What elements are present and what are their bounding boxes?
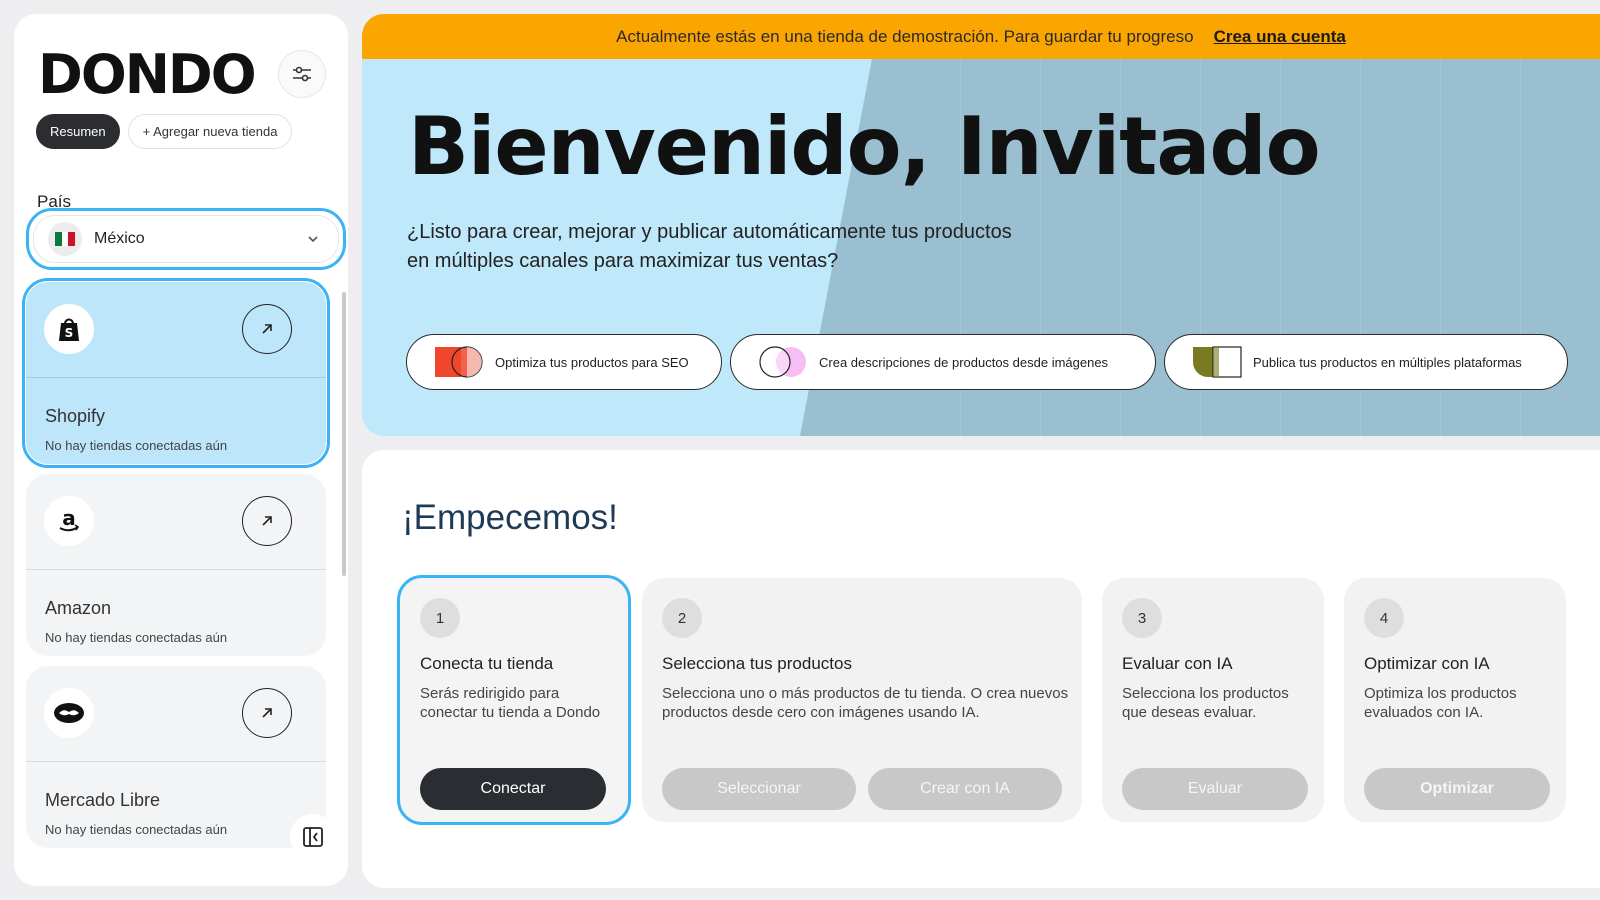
arrow-up-right-icon: [262, 324, 272, 334]
store-name: Mercado Libre: [45, 790, 161, 810]
demo-banner-text: Actualmente estás en una tienda de demos…: [616, 26, 1194, 46]
seo-feature-icon: [433, 346, 485, 378]
step-card-optimize: 4 Optimizar con IA Optimiza los producto…: [1344, 578, 1566, 822]
store-name: Amazon: [45, 598, 112, 618]
demo-banner: Actualmente estás en una tienda de demos…: [362, 14, 1600, 59]
page-title: Bienvenido, Invitado: [408, 100, 1321, 193]
feature-chip-descriptions[interactable]: Crea descripciones de productos desde im…: [730, 334, 1156, 390]
step-number: 3: [1122, 598, 1162, 638]
svg-text:S: S: [65, 326, 74, 340]
feature-chip-label: Publica tus productos en múltiples plata…: [1253, 354, 1522, 370]
arrow-up-right-icon: [262, 708, 272, 718]
open-amazon-button[interactable]: [242, 496, 292, 546]
step-title: Optimizar con IA: [1364, 654, 1490, 673]
store-card-mercado-libre[interactable]: Mercado Libre No hay tiendas conectadas …: [26, 666, 326, 848]
sidebar-collapse-icon: [303, 827, 323, 847]
image-description-icon: [757, 346, 809, 378]
step-number: 4: [1364, 598, 1404, 638]
multichannel-publish-icon: [1191, 346, 1243, 378]
feature-chip-multichannel[interactable]: Publica tus productos en múltiples plata…: [1164, 334, 1568, 390]
hero-subtitle: ¿Listo para crear, mejorar y publicar au…: [407, 221, 1012, 272]
step-card-connect: 1 Conecta tu tienda Serás redirigido par…: [397, 575, 631, 825]
store-status: No hay tiendas conectadas aún: [45, 822, 228, 837]
shopify-bag-icon: S: [44, 304, 94, 354]
feature-chip-label: Optimiza tus productos para SEO: [495, 354, 689, 370]
arrow-up-right-icon: [262, 516, 272, 526]
step-title: Conecta tu tienda: [420, 654, 554, 673]
step-card-evaluate: 3 Evaluar con IA Selecciona los producto…: [1102, 578, 1324, 822]
summary-button[interactable]: Resumen: [36, 114, 120, 149]
create-account-link[interactable]: Crea una cuenta: [1214, 27, 1346, 47]
collapse-sidebar-button[interactable]: [290, 814, 336, 860]
step-card-select: 2 Selecciona tus productos Selecciona un…: [642, 578, 1082, 822]
country-value: México: [94, 230, 145, 247]
mexico-flag-icon: [48, 222, 82, 256]
optimize-button[interactable]: Optimizar: [1364, 768, 1550, 810]
feature-chip-seo[interactable]: Optimiza tus productos para SEO: [406, 334, 722, 390]
open-shopify-button[interactable]: [242, 304, 292, 354]
chevron-down-icon: [308, 236, 318, 243]
sidebar: DONDO Resumen + Agregar nueva tienda Paí…: [14, 14, 348, 886]
store-status: No hay tiendas conectadas aún: [45, 630, 228, 645]
step-description: Selecciona uno o más productos de tu tie…: [662, 685, 1069, 721]
step-number: 2: [662, 598, 702, 638]
amazon-logo-icon: a: [44, 496, 94, 546]
step-title: Selecciona tus productos: [662, 654, 852, 673]
hero-section: Actualmente estás en una tienda de demos…: [362, 14, 1600, 436]
open-mercado-libre-button[interactable]: [242, 688, 292, 738]
step-description: Selecciona los productos que deseas eval…: [1122, 685, 1289, 721]
getting-started-section: ¡Empecemos! 1 Conecta tu tienda Serás re…: [362, 450, 1600, 888]
country-select[interactable]: México: [26, 208, 346, 270]
store-status: No hay tiendas conectadas aún: [45, 438, 228, 453]
select-button[interactable]: Seleccionar: [662, 768, 856, 810]
store-card-amazon[interactable]: a Amazon No hay tiendas conectadas aún: [26, 474, 326, 656]
svg-text:a: a: [62, 507, 76, 530]
store-name: Shopify: [45, 406, 106, 426]
step-description: Serás redirigido para conectar tu tienda…: [420, 685, 601, 721]
handshake-icon: [44, 688, 94, 738]
connect-button[interactable]: Conectar: [420, 768, 606, 810]
sliders-icon: [293, 66, 311, 82]
feature-chip-label: Crea descripciones de productos desde im…: [819, 354, 1109, 370]
section-title: ¡Empecemos!: [402, 498, 618, 537]
evaluate-button[interactable]: Evaluar: [1122, 768, 1308, 810]
store-card-shopify[interactable]: S Shopify No hay tiendas conectadas aún: [22, 278, 330, 468]
step-title: Evaluar con IA: [1122, 654, 1233, 673]
step-number: 1: [420, 598, 460, 638]
dondo-logo[interactable]: DONDO: [38, 48, 257, 102]
sidebar-scrollbar[interactable]: [342, 292, 346, 576]
filter-settings-button[interactable]: [278, 50, 326, 98]
step-description: Optimiza los productos evaluados con IA.: [1364, 685, 1517, 721]
add-store-button[interactable]: + Agregar nueva tienda: [127, 114, 293, 149]
create-with-ai-button[interactable]: Crear con IA: [868, 768, 1062, 810]
